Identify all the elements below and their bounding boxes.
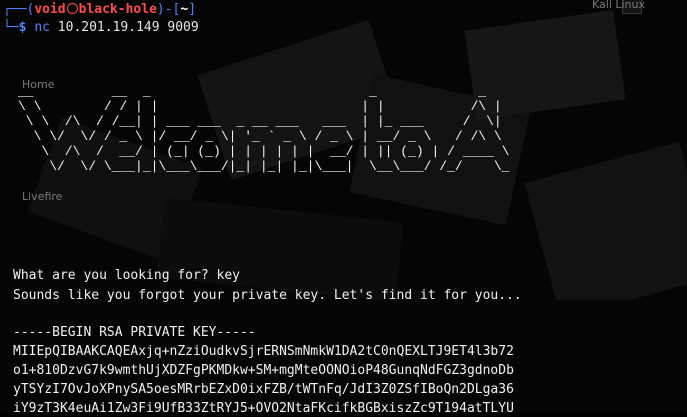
key-line: o1+810DzvG7k9wmthUjXDZFgPKMDkw+SM+mgMteO… [13,363,514,378]
command-args: 10.201.19.149 9009 [57,20,199,35]
terminal-output[interactable]: ┌──(void black-hole)-[~] └─$ nc 10.201.19… [0,0,687,416]
banner-line: \ \ / / | | | | /\ | [18,99,502,114]
key-line: MIIEpQIBAAKCAQEAxjq+nZziOudkvSjrERNSmNmk… [13,344,514,359]
key-line: yTSYzI7OvJoXPnySA5oesMRrbEZxD0ixFZB/tWTn… [13,382,514,397]
output-question: What are you looking for? key [13,268,240,283]
key-header: -----BEGIN RSA PRIVATE KEY----- [13,325,256,340]
key-line: iY9zT3K4euAi1Zw3Fi9UfB33ZtRYJ5+OVO2NtaFK… [13,401,514,416]
ascii-welcome-banner: __ __ _ _ _ \ \ / / | | | | /\ | \ \ /\ … [18,84,517,174]
command-line: └─$ nc 10.201.19.149 9009 [3,20,199,35]
prompt-symbol: $ [18,20,27,35]
banner-line: \ \ /\ / /__| | ___ ___ _ __ ___ ___ | |… [18,114,502,129]
command-name: nc [34,20,50,35]
banner-line: __ __ _ _ _ [18,84,518,99]
skull-icon [66,3,78,14]
output-response: Sounds like you forgot your private key.… [13,288,522,303]
prompt-host: black-hole [78,2,157,17]
banner-line: \ /\ / __/ | (_| (_) | | | | | | __/ | |… [18,144,510,159]
banner-line: \ \/ \/ / _ \ |/ __/ _ \| '_ ` _ \ / _ \… [18,129,502,144]
prompt-user: void [34,2,66,17]
banner-line: \/ \/ \___|_|\___\___/|_| |_| |_|\___| \… [18,159,510,174]
prompt-header: ┌──(void black-hole)-[~] [3,2,197,17]
